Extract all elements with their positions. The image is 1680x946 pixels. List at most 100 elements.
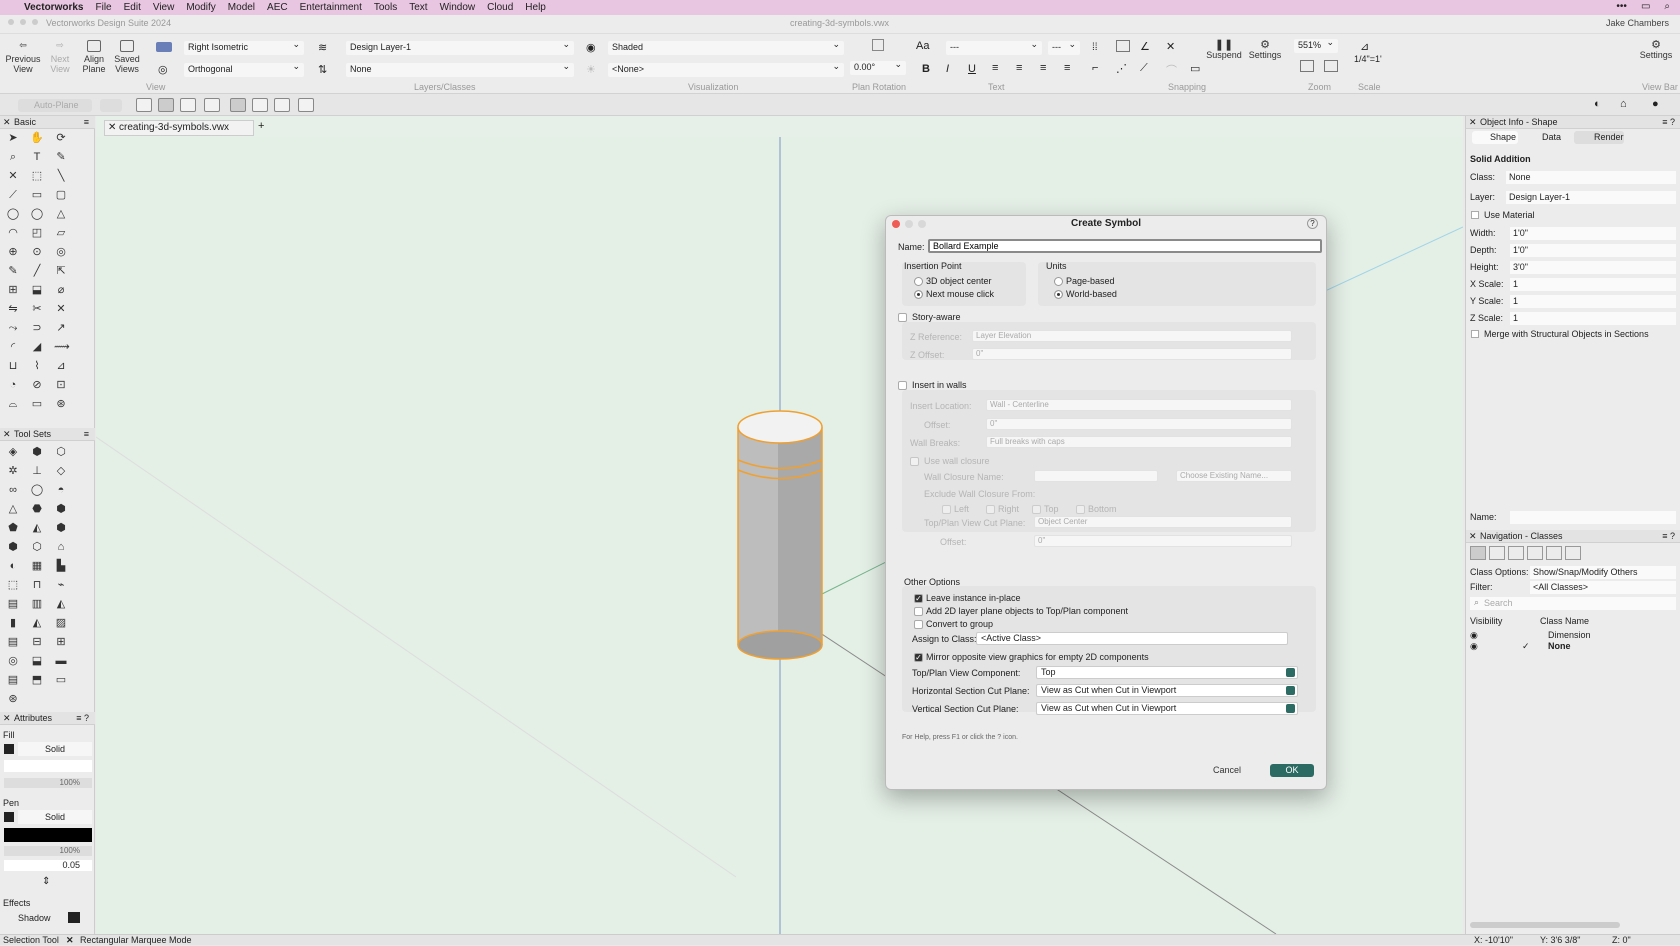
zscale-field[interactable]: 1 xyxy=(1510,312,1676,325)
toolset-icon[interactable]: ▬ xyxy=(54,655,68,668)
basic-tool-icon[interactable]: ⬚ xyxy=(30,170,44,183)
toolset-icon[interactable]: ▭ xyxy=(54,674,68,687)
wall-breaks-select[interactable]: Full breaks with caps xyxy=(986,436,1292,448)
next-view-button[interactable]: ⇨ Next View xyxy=(46,40,74,74)
snap-smart-edge-icon[interactable]: ⟋ xyxy=(1140,62,1148,75)
basic-tool-icon[interactable]: ⌇ xyxy=(30,360,44,373)
snap-angle-icon[interactable]: ∠ xyxy=(1140,40,1150,53)
basic-tool-icon[interactable]: ⇱ xyxy=(54,265,68,278)
basic-tool-icon[interactable]: ⊿ xyxy=(54,360,68,373)
fit-to-page-icon[interactable] xyxy=(1324,60,1338,72)
use-wall-closure-checkbox[interactable] xyxy=(910,457,919,466)
choose-existing-select[interactable]: Choose Existing Name... xyxy=(1176,470,1292,482)
toolset-icon[interactable]: ◭ xyxy=(30,617,44,630)
basic-tool-icon[interactable]: ⇋ xyxy=(6,303,20,316)
height-field[interactable]: 3'0" xyxy=(1510,261,1676,274)
basic-tool-icon[interactable]: ✕ xyxy=(6,170,20,183)
basic-tool-icon[interactable]: ⌓ xyxy=(6,398,20,411)
justify-icon[interactable]: ≡ xyxy=(1064,62,1070,74)
leave-instance-checkbox[interactable]: ✓ xyxy=(914,594,923,603)
toolset-icon[interactable]: ◇ xyxy=(54,465,68,478)
exclude-bottom-checkbox[interactable] xyxy=(1076,505,1085,514)
toolset-icon[interactable]: ⊛ xyxy=(6,693,20,706)
snap-smart-points-icon[interactable]: ⋰ xyxy=(1116,62,1127,75)
basic-tool-icon[interactable]: ✎ xyxy=(54,151,68,164)
menu-edit[interactable]: Edit xyxy=(124,2,141,13)
symbol-name-input[interactable] xyxy=(928,239,1322,253)
basic-tool-icon[interactable]: ⊔ xyxy=(6,360,20,373)
basic-tool-icon[interactable]: ⟳ xyxy=(54,132,68,145)
menu-icon[interactable]: ≡ xyxy=(84,116,89,129)
cancel-button[interactable]: Cancel xyxy=(1208,764,1246,777)
toolset-icon[interactable]: ⬢ xyxy=(54,503,68,516)
fill-opacity[interactable]: 100% xyxy=(4,778,92,788)
pen-weight[interactable]: 0.05 xyxy=(4,860,92,871)
menu-window[interactable]: Window xyxy=(440,2,476,13)
top-plan-cut-select[interactable]: Object Center xyxy=(1034,516,1292,528)
xscale-field[interactable]: 1 xyxy=(1510,278,1676,291)
close-icon[interactable]: ✕ xyxy=(1469,530,1477,543)
battery-icon[interactable]: ▭ xyxy=(1641,1,1650,12)
basic-tool-icon[interactable]: ◯ xyxy=(6,208,20,221)
radio-next-click[interactable] xyxy=(914,290,923,299)
toolset-icon[interactable]: ◎ xyxy=(6,655,20,668)
toolset-icon[interactable]: ◭ xyxy=(30,522,44,535)
plane-select[interactable] xyxy=(100,99,122,112)
align-plane-button[interactable]: Align Plane xyxy=(80,40,108,74)
snap-intersection-icon[interactable]: ✕ xyxy=(1166,40,1175,53)
toolset-icon[interactable]: ⬚ xyxy=(6,579,20,592)
class-row-none[interactable]: None xyxy=(1548,641,1571,651)
auto-plane-toggle[interactable]: Auto-Plane xyxy=(18,99,92,112)
basic-tool-icon[interactable]: ▢ xyxy=(54,189,68,202)
toolset-icon[interactable]: ▤ xyxy=(6,674,20,687)
object-name-field[interactable] xyxy=(1510,511,1676,524)
z-offset-field[interactable]: 0" xyxy=(972,348,1292,360)
toolset-icon[interactable]: ◈ xyxy=(6,446,20,459)
layers-icon[interactable]: ≋ xyxy=(318,41,327,54)
class-select[interactable]: None xyxy=(1506,171,1676,184)
yscale-field[interactable]: 1 xyxy=(1510,295,1676,308)
basic-tool-icon[interactable]: ⌀ xyxy=(54,284,68,297)
pen-opacity[interactable]: 100% xyxy=(4,846,92,856)
toolset-icon[interactable]: ⌂ xyxy=(54,541,68,554)
basic-tool-icon[interactable]: ⊛ xyxy=(54,398,68,411)
menu-text[interactable]: Text xyxy=(409,2,427,13)
font-icon[interactable]: Aa xyxy=(916,40,929,52)
radio-world-based[interactable] xyxy=(1054,290,1063,299)
menu-icon[interactable]: ≡ ? xyxy=(76,712,89,725)
minimize-window-icon[interactable] xyxy=(20,19,26,25)
insert-location-select[interactable]: Wall - Centerline xyxy=(986,399,1292,411)
basic-tool-icon[interactable]: ▭ xyxy=(30,189,44,202)
menu-icon[interactable]: ≡ ? xyxy=(1662,116,1675,129)
class-row-dimension[interactable]: Dimension xyxy=(1548,630,1591,640)
insert-in-walls-checkbox[interactable] xyxy=(898,381,907,390)
snap-tangent-icon[interactable]: ⌐ xyxy=(1092,62,1098,74)
plan-rotation-field[interactable]: 0.00° xyxy=(850,59,906,75)
basic-tool-icon[interactable]: ↗ xyxy=(54,322,68,335)
scale-icon[interactable]: ⊿ xyxy=(1360,40,1369,53)
close-window-icon[interactable] xyxy=(8,19,14,25)
toolset-icon[interactable]: △ xyxy=(6,503,20,516)
close-tab-icon[interactable]: ✕ xyxy=(108,121,116,135)
add-tab-icon[interactable]: + xyxy=(258,120,264,132)
basic-tool-icon[interactable]: ╱ xyxy=(30,265,44,278)
basic-tool-icon[interactable]: ⊘ xyxy=(30,379,44,392)
toolset-icon[interactable]: ▮ xyxy=(6,617,20,630)
nav-tab-refs-icon[interactable] xyxy=(1546,546,1562,560)
wall-closure-name-field[interactable] xyxy=(1034,470,1158,482)
basic-tool-icon[interactable]: ◯ xyxy=(30,208,44,221)
shadow-color-swatch[interactable] xyxy=(68,912,80,923)
width-field[interactable]: 1'0" xyxy=(1510,227,1676,240)
toolset-icon[interactable]: ⬓ xyxy=(30,655,44,668)
class-options-select[interactable]: Show/Snap/Modify Others xyxy=(1530,566,1676,579)
basic-tool-icon[interactable]: ▱ xyxy=(54,227,68,240)
toolset-icon[interactable]: ⬒ xyxy=(30,674,44,687)
basic-tool-icon[interactable]: ⤳ xyxy=(6,322,20,335)
filter-select[interactable]: <All Classes> xyxy=(1530,581,1676,594)
menu-tools[interactable]: Tools xyxy=(374,2,397,13)
toolset-icon[interactable]: ◓ xyxy=(54,484,68,497)
basic-tool-icon[interactable]: ✎ xyxy=(6,265,20,278)
lighting-icon[interactable]: ☀ xyxy=(586,63,596,76)
visibility-icon[interactable]: ◐ xyxy=(1594,98,1601,110)
toolset-icon[interactable]: ▨ xyxy=(54,617,68,630)
